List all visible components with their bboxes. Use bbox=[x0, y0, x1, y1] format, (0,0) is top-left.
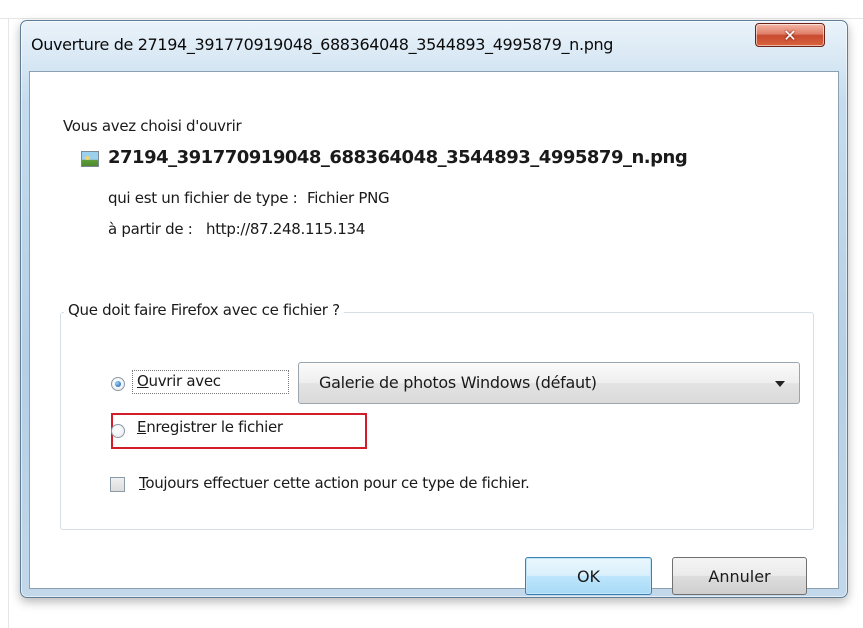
open-with-accesskey: O bbox=[137, 372, 149, 390]
always-do-label-text: oujours effectuer cette action pour ce t… bbox=[145, 474, 530, 492]
group-title: Que doit faire Firefox avec ce fichier ? bbox=[64, 301, 344, 319]
save-file-accesskey: E bbox=[137, 418, 147, 436]
always-do-checkbox[interactable] bbox=[110, 477, 125, 492]
always-do-label[interactable]: Toujours effectuer cette action pour ce … bbox=[139, 474, 530, 492]
close-icon: ✕ bbox=[783, 25, 797, 45]
close-button[interactable]: ✕ bbox=[755, 23, 825, 47]
save-file-label[interactable]: Enregistrer le fichier bbox=[137, 418, 283, 436]
intro-text: Vous avez choisi d'ouvrir bbox=[63, 117, 242, 135]
dialog-client-area: Vous avez choisi d'ouvrir 27194_39177091… bbox=[29, 71, 839, 595]
cancel-button[interactable]: Annuler bbox=[672, 557, 807, 595]
chevron-down-icon[interactable] bbox=[775, 381, 785, 387]
open-with-radio[interactable] bbox=[111, 377, 125, 391]
file-type-label: qui est un fichier de type : bbox=[108, 189, 298, 207]
file-type-value: Fichier PNG bbox=[307, 189, 390, 207]
page-border-top bbox=[0, 18, 863, 19]
file-name: 27194_391770919048_688364048_3544893_499… bbox=[108, 147, 688, 168]
source-value: http://87.248.115.134 bbox=[206, 220, 365, 238]
open-with-label-text: uvrir avec bbox=[148, 372, 222, 390]
save-file-radio[interactable] bbox=[111, 424, 125, 438]
ok-button[interactable]: OK bbox=[525, 557, 652, 595]
open-file-dialog: Ouverture de 27194_391770919048_68836404… bbox=[20, 20, 848, 598]
save-file-label-text: nregistrer le fichier bbox=[146, 418, 283, 436]
open-with-label[interactable]: Ouvrir avec bbox=[132, 370, 289, 394]
application-select-value: Galerie de photos Windows (défaut) bbox=[319, 373, 597, 392]
source-label: à partir de : bbox=[108, 220, 193, 238]
page-border-left bbox=[8, 18, 9, 628]
application-select[interactable]: Galerie de photos Windows (défaut) bbox=[298, 362, 800, 404]
title-bar[interactable]: Ouverture de 27194_391770919048_68836404… bbox=[21, 21, 847, 73]
window-title: Ouverture de 27194_391770919048_68836404… bbox=[31, 35, 614, 54]
png-image-icon bbox=[81, 151, 99, 167]
